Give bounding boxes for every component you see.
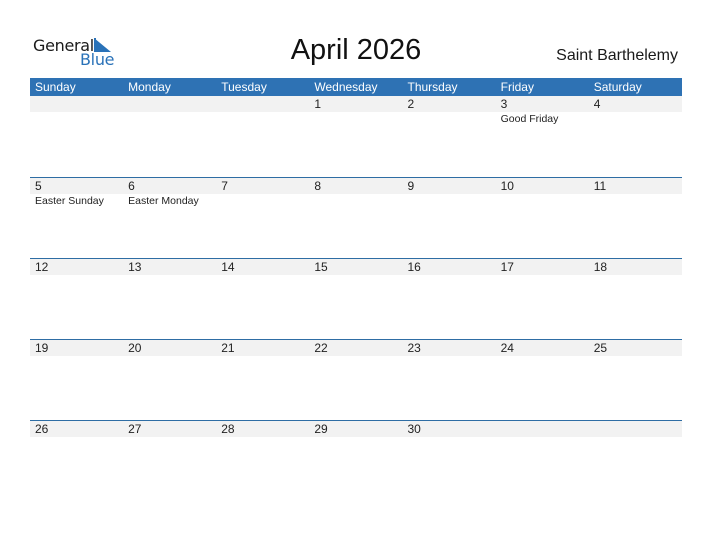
day-number: 8 [314, 179, 322, 193]
day-number: 29 [314, 422, 328, 436]
calendar-grid: Sunday Monday Tuesday Wednesday Thursday… [30, 78, 682, 501]
holiday-label: Good Friday [500, 113, 559, 125]
day-cell: 29 [309, 421, 402, 501]
day-cell: 27 [123, 421, 216, 501]
day-cell [496, 421, 589, 501]
day-cell: 25 [589, 340, 682, 420]
day-cell [123, 96, 216, 177]
day-number: 30 [407, 422, 421, 436]
weekday-header: Sunday [35, 80, 76, 94]
weekday-header: Wednesday [314, 80, 378, 94]
day-number: 11 [593, 179, 607, 193]
day-number [216, 96, 309, 112]
day-cell: 13 [123, 259, 216, 339]
day-cell: 1 [309, 96, 402, 177]
day-number: 22 [314, 341, 328, 355]
day-cell: 4 [589, 96, 682, 177]
week-row: 26 27 28 29 30 [30, 420, 682, 501]
weeks-container: 1 2 3 Good Friday 4 5 Easter Sunday 6 Easter Mon… [30, 96, 682, 501]
day-number [123, 96, 216, 112]
day-number: 1 [314, 97, 322, 111]
week-row: 1 2 3 Good Friday 4 [30, 96, 682, 177]
day-cell: 23 [403, 340, 496, 420]
day-number: 15 [314, 260, 328, 274]
day-cell: 16 [403, 259, 496, 339]
day-cell: 15 [309, 259, 402, 339]
day-cell: 22 [309, 340, 402, 420]
day-cell: 19 [30, 340, 123, 420]
day-number: 20 [128, 341, 142, 355]
day-number: 12 [35, 260, 49, 274]
week-row: 5 Easter Sunday 6 Easter Monday 7 8 9 10 11 [30, 177, 682, 258]
day-cell: 17 [496, 259, 589, 339]
holiday-label: Easter Monday [128, 195, 199, 207]
day-cell: 26 [30, 421, 123, 501]
day-number: 27 [128, 422, 142, 436]
day-cell: 11 [589, 178, 682, 258]
holiday-label: Easter Sunday [35, 195, 104, 207]
weekday-header: Tuesday [221, 80, 267, 94]
day-number: 3 [500, 97, 508, 111]
day-number [589, 421, 682, 437]
day-cell [216, 96, 309, 177]
day-number: 2 [407, 97, 415, 111]
day-number: 13 [128, 260, 142, 274]
day-number [30, 96, 123, 112]
day-number: 5 [35, 179, 42, 193]
day-cell: 9 [403, 178, 496, 258]
weekday-header: Saturday [593, 80, 642, 94]
day-cell: 7 [216, 178, 309, 258]
week-row-inner: 12 13 14 15 16 17 18 [30, 259, 682, 339]
day-cell: 6 Easter Monday [123, 178, 216, 258]
day-number: 21 [221, 341, 235, 355]
weekday-header-row: Sunday Monday Tuesday Wednesday Thursday… [30, 78, 682, 96]
day-number: 10 [500, 179, 514, 193]
day-cell: 24 [496, 340, 589, 420]
day-cell: 28 [216, 421, 309, 501]
day-number: 16 [407, 260, 421, 274]
day-cell: 3 Good Friday [496, 96, 589, 177]
weekday-header: Thursday [407, 80, 458, 94]
day-number [496, 421, 589, 437]
day-number: 19 [35, 341, 49, 355]
day-number: 23 [407, 341, 421, 355]
day-cell: 2 [403, 96, 496, 177]
day-number: 6 [128, 179, 135, 193]
day-number: 24 [500, 341, 514, 355]
day-number: 4 [593, 97, 601, 111]
day-cell [589, 421, 682, 501]
day-number: 28 [221, 422, 235, 436]
day-number: 7 [221, 179, 228, 193]
week-row-inner: 19 20 21 22 23 24 25 [30, 340, 682, 420]
day-number: 9 [407, 179, 415, 193]
day-cell [30, 96, 123, 177]
day-cell: 14 [216, 259, 309, 339]
weekday-header: Monday [128, 80, 171, 94]
day-cell: 10 [496, 178, 589, 258]
week-row: 12 13 14 15 16 17 18 [30, 258, 682, 339]
day-number: 17 [500, 260, 514, 274]
day-cell: 8 [309, 178, 402, 258]
day-number: 18 [593, 260, 608, 274]
week-row-inner: 5 Easter Sunday 6 Easter Monday 7 8 9 10 11 [30, 178, 682, 258]
country-label: Saint Barthelemy [556, 47, 678, 64]
week-row-inner: 1 2 3 Good Friday 4 [30, 96, 682, 177]
day-number: 25 [593, 341, 608, 355]
day-number: 14 [221, 260, 235, 274]
day-cell: 12 [30, 259, 123, 339]
day-cell: 5 Easter Sunday [30, 178, 123, 258]
day-cell: 21 [216, 340, 309, 420]
day-cell: 18 [589, 259, 682, 339]
weekday-header: Friday [500, 80, 534, 94]
day-cell: 20 [123, 340, 216, 420]
week-row: 19 20 21 22 23 24 25 [30, 339, 682, 420]
day-cell: 30 [403, 421, 496, 501]
day-number: 26 [35, 422, 49, 436]
week-row-inner: 26 27 28 29 30 [30, 421, 682, 501]
